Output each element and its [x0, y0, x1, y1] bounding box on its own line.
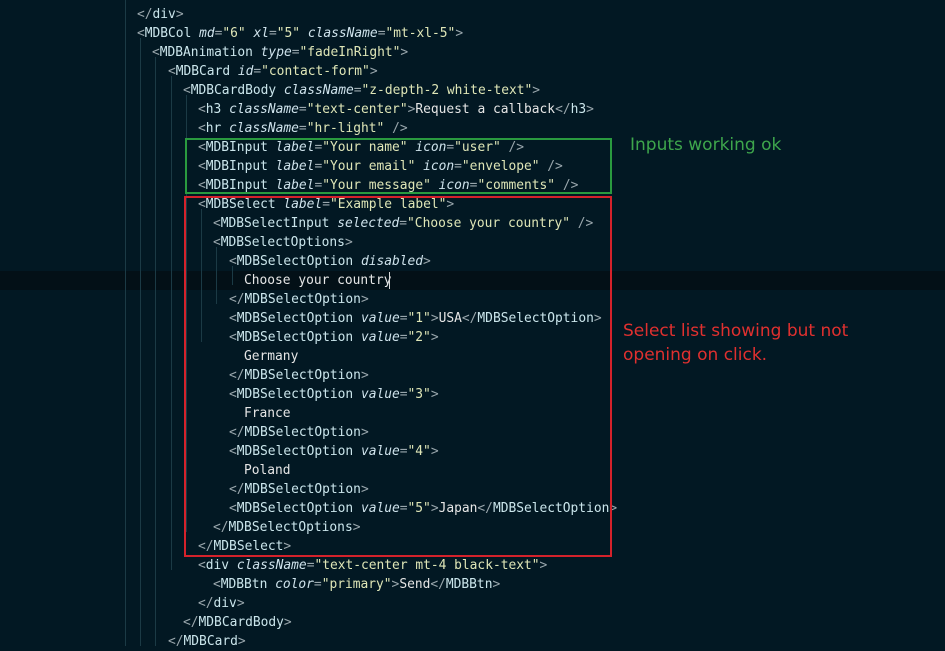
code-token: className	[229, 102, 299, 117]
code-token: id	[237, 64, 254, 79]
code-token: "hr-light"	[306, 121, 385, 136]
code-line[interactable]: </div>	[137, 5, 184, 24]
code-line[interactable]: <MDBCard id="contact-form">	[168, 62, 378, 81]
code-token: >	[237, 634, 246, 649]
code-token: >	[586, 102, 594, 117]
code-token: <	[168, 64, 176, 79]
indent-guide	[140, 38, 141, 646]
code-token: =	[313, 577, 322, 592]
code-token: />	[392, 121, 408, 136]
code-line[interactable]: <MDBCardBody className="z-depth-2 white-…	[183, 81, 540, 100]
code-token: "primary"	[321, 577, 392, 592]
code-token: MDBCardBody	[190, 83, 277, 98]
code-token: "5"	[276, 26, 301, 41]
code-token: MDBCol	[144, 26, 192, 41]
code-line[interactable]: </div>	[198, 594, 245, 613]
indent-guide	[155, 57, 156, 646]
code-token: "text-center mt-4 black-text"	[314, 558, 540, 573]
code-token: "contact-form"	[261, 64, 370, 79]
code-token: h3	[205, 102, 222, 117]
inputs-working-note: Inputs working ok	[630, 135, 782, 155]
code-token: <	[137, 26, 145, 41]
code-line[interactable]: <div className="text-center mt-4 black-t…	[198, 556, 547, 575]
code-token: MDBBtn	[445, 577, 493, 592]
code-token: <	[152, 45, 160, 60]
code-token: >	[532, 83, 541, 98]
code-line[interactable]: <MDBAnimation type="fadeInRight">	[152, 43, 408, 62]
code-token: >	[236, 596, 245, 611]
code-token: "mt-xl-5"	[385, 26, 456, 41]
code-token: md	[199, 26, 215, 41]
code-token: <	[198, 102, 206, 117]
code-token: =	[298, 121, 307, 136]
code-token: >	[400, 45, 409, 60]
code-token: <	[213, 577, 221, 592]
code-token: color	[275, 577, 314, 592]
code-token: =	[269, 26, 277, 41]
code-token: </	[137, 7, 153, 22]
working-inputs-highlight-box	[185, 138, 612, 194]
select-list-highlight-box	[184, 196, 612, 557]
code-token: div	[152, 7, 176, 22]
code-token: className	[283, 83, 354, 98]
code-line[interactable]: <MDBCol md="6" xl="5" className="mt-xl-5…	[137, 24, 463, 43]
code-line[interactable]: <hr className="hr-light" />	[198, 119, 408, 138]
code-token: hr	[205, 121, 222, 136]
code-token: div	[205, 558, 230, 573]
code-token: Send	[399, 577, 431, 592]
code-token: className	[236, 558, 307, 573]
code-token: "fadeInRight"	[299, 45, 401, 60]
code-line[interactable]: </MDBCardBody>	[183, 613, 292, 632]
code-token: "text-center"	[306, 102, 408, 117]
code-token: =	[353, 83, 362, 98]
code-token: MDBBtn	[220, 577, 268, 592]
code-token: =	[253, 64, 262, 79]
code-line[interactable]: <MDBBtn color="primary">Send</MDBBtn>	[213, 575, 500, 594]
code-token: </	[198, 596, 214, 611]
indent-guide	[125, 0, 126, 646]
code-token: </	[183, 615, 199, 630]
code-token: <	[198, 121, 206, 136]
code-token: type	[260, 45, 292, 60]
code-token: MDBCard	[175, 64, 231, 79]
code-token: >	[175, 7, 184, 22]
code-token: MDBCard	[183, 634, 238, 649]
code-token: "z-depth-2 white-text"	[361, 83, 533, 98]
code-token: =	[298, 102, 307, 117]
code-token: >	[369, 64, 378, 79]
code-token: </	[168, 634, 184, 649]
code-line[interactable]: </MDBCard>	[168, 632, 246, 651]
code-token: <	[183, 83, 191, 98]
code-token: className	[307, 26, 378, 41]
code-line[interactable]: <h3 className="text-center">Request a ca…	[198, 100, 594, 119]
code-token: MDBAnimation	[159, 45, 253, 60]
code-token: h3	[570, 102, 587, 117]
code-token: </	[555, 102, 571, 117]
code-token: >	[283, 615, 292, 630]
code-token: </	[430, 577, 446, 592]
code-token: >	[492, 577, 501, 592]
code-token: MDBCardBody	[198, 615, 284, 630]
code-token: <	[198, 558, 206, 573]
code-token: xl	[253, 26, 269, 41]
code-token: >	[539, 558, 548, 573]
code-token: className	[229, 121, 299, 136]
indent-guide	[171, 76, 172, 570]
select-not-opening-note: Select list showing but not opening on c…	[623, 321, 849, 365]
code-token: Request a callback	[415, 102, 556, 117]
code-token: div	[213, 596, 237, 611]
code-token: >	[455, 26, 464, 41]
code-token: "6"	[222, 26, 246, 41]
